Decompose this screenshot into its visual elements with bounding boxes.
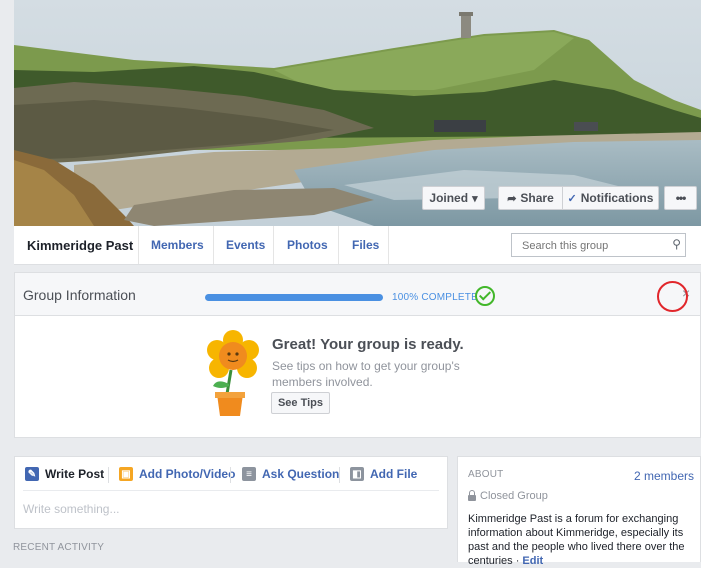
- group-ready-title: Great! Your group is ready.: [272, 336, 464, 353]
- group-nav-bar: Kimmeridge Past Members Events Photos Fi…: [14, 226, 701, 265]
- check-icon: ✓: [567, 192, 577, 205]
- notifications-button[interactable]: ✓ Notifications: [562, 186, 659, 210]
- tab-divider: [138, 226, 139, 264]
- group-search-box[interactable]: ⚲: [511, 233, 686, 257]
- composer-divider: [108, 467, 109, 483]
- photo-icon: ▣: [119, 467, 133, 481]
- share-arrow-icon: ➦: [507, 192, 517, 205]
- composer-separator: [23, 490, 439, 491]
- share-button[interactable]: ➦ Share: [498, 186, 562, 210]
- pencil-icon: ✎: [25, 467, 39, 481]
- flower-pot-icon: [207, 330, 259, 416]
- lock-icon: [468, 489, 476, 501]
- composer-divider: [230, 467, 231, 483]
- composer-divider: [339, 467, 340, 483]
- privacy-text: Closed Group: [480, 490, 548, 502]
- share-label: Share: [520, 191, 554, 205]
- complete-check-icon: [475, 286, 495, 306]
- ask-question-label: Ask Question: [262, 467, 340, 481]
- add-photo-video-label: Add Photo/Video: [139, 467, 236, 481]
- file-icon: ◧: [350, 467, 364, 481]
- group-info-header: Group Information 100% COMPLETE ×: [14, 272, 701, 316]
- post-composer: ✎ Write Post ▣ Add Photo/Video ≡ Ask Que…: [14, 456, 448, 529]
- question-list-icon: ≡: [242, 467, 256, 481]
- write-post-label: Write Post: [45, 467, 105, 481]
- setup-progress-bar: [205, 294, 383, 301]
- tab-events[interactable]: Events: [226, 238, 265, 252]
- tab-divider: [213, 226, 214, 264]
- group-search-input[interactable]: [520, 235, 674, 257]
- description-text: Kimmeridge Past is a forum for exchangin…: [468, 513, 685, 567]
- write-post-tab[interactable]: ✎ Write Post: [25, 467, 104, 481]
- group-info-title: Group Information: [23, 287, 136, 303]
- search-icon[interactable]: ⚲: [672, 237, 681, 251]
- recent-activity-heading: RECENT ACTIVITY: [13, 542, 105, 553]
- caret-down-icon: ▾: [472, 192, 478, 205]
- cover-photo: Joined ▾ ➦ Share ✓ Notifications •••: [14, 0, 701, 226]
- tab-files[interactable]: Files: [352, 238, 379, 252]
- progress-label: 100% COMPLETE: [392, 292, 478, 303]
- edit-description-link[interactable]: Edit: [522, 555, 543, 567]
- group-ready-panel: Great! Your group is ready. See tips on …: [14, 316, 701, 438]
- see-tips-button[interactable]: See Tips: [271, 392, 330, 414]
- tab-members[interactable]: Members: [151, 238, 204, 252]
- more-dots-icon: •••: [675, 191, 687, 205]
- close-highlight-circle: [657, 281, 688, 312]
- about-panel: ABOUT 2 members Closed Group Kimmeridge …: [457, 456, 701, 567]
- about-heading: ABOUT: [468, 469, 504, 480]
- tab-divider: [338, 226, 339, 264]
- more-options-button[interactable]: •••: [664, 186, 697, 210]
- members-count-link[interactable]: 2 members: [634, 469, 694, 483]
- group-name[interactable]: Kimmeridge Past: [27, 238, 133, 253]
- notifications-label: Notifications: [580, 191, 654, 205]
- tab-photos[interactable]: Photos: [287, 238, 328, 252]
- write-something-input[interactable]: Write something...: [23, 502, 119, 516]
- group-ready-text: See tips on how to get your group's memb…: [272, 359, 460, 389]
- ask-question-tab[interactable]: ≡ Ask Question: [242, 467, 339, 481]
- tab-divider: [273, 226, 274, 264]
- tab-divider: [388, 226, 389, 264]
- add-file-label: Add File: [370, 467, 418, 481]
- add-file-tab[interactable]: ◧ Add File: [350, 467, 417, 481]
- joined-label: Joined: [429, 191, 469, 205]
- group-description: Kimmeridge Past is a forum for exchangin…: [468, 512, 696, 568]
- privacy-label: Closed Group: [468, 489, 548, 502]
- joined-button[interactable]: Joined ▾: [422, 186, 485, 210]
- add-photo-video-tab[interactable]: ▣ Add Photo/Video: [119, 467, 235, 481]
